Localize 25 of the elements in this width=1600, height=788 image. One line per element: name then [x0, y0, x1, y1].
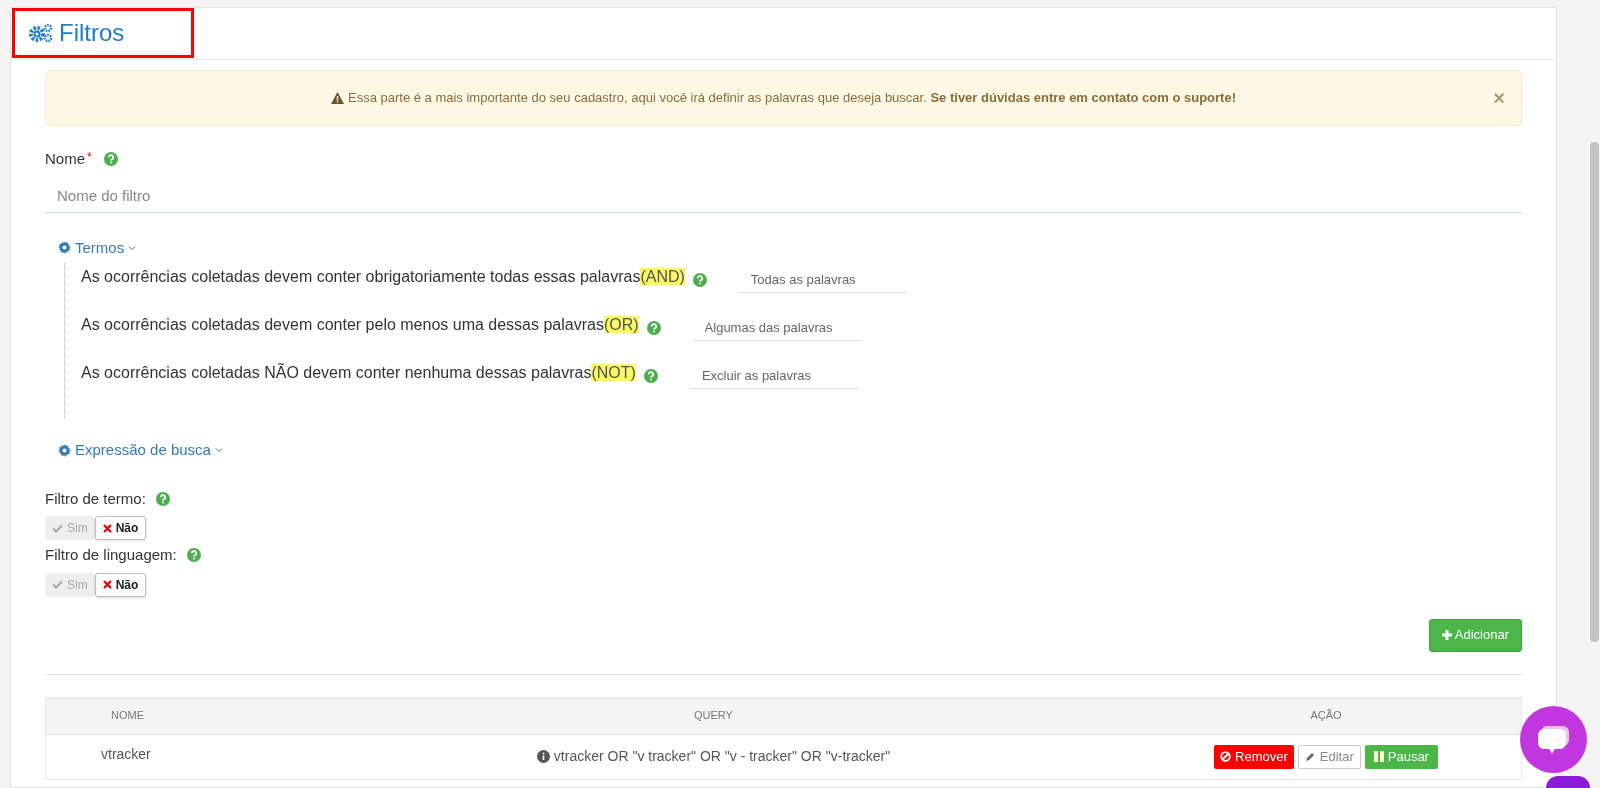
field-label: Nome: [45, 149, 85, 169]
alert-message: Essa parte é a mais importante do seu cadastro, aqui você irá definir as palavras que deseja buscar. Se tiver dúvidas entre em contato com o suporte!: [348, 89, 1236, 108]
words-input[interactable]: Todas as palavras: [738, 267, 907, 293]
toggle-option[interactable]: Sim: [45, 516, 95, 540]
table-cell-text: vtracker: [100, 745, 152, 764]
table-cell-text: vtracker OR "v tracker" OR "v - tracker" OR "v-tracker": [553, 747, 891, 766]
panel-title: Filtros: [59, 18, 125, 48]
required-mark: *: [87, 149, 92, 166]
term-label: As ocorrências coletadas devem conter obrigatoriamente todas essas palavras(AND): [81, 267, 685, 287]
toggle-label: Filtro de termo:: [45, 488, 146, 509]
remove-button[interactable]: Remover: [1214, 744, 1294, 769]
close-button[interactable]: ×: [1493, 88, 1505, 108]
words-input[interactable]: Algumas das palavras: [692, 315, 861, 341]
column-header: AÇÃO: [1309, 708, 1343, 724]
words-input[interactable]: Excluir as palavras: [689, 363, 858, 389]
toggle-option[interactable]: Não: [94, 516, 147, 540]
column-header: NOME: [110, 708, 145, 724]
term-label: As ocorrências coletadas NÃO devem conter nenhuma dessas palavras(NOT): [81, 362, 636, 383]
name-input[interactable]: Nome do filtro: [45, 178, 1522, 213]
column-header: QUERY: [693, 708, 734, 724]
toggle-option[interactable]: Sim: [45, 572, 95, 597]
toggle-label: Filtro de linguagem:: [45, 545, 177, 565]
terms-toggle[interactable]: Termos: [58, 236, 137, 259]
expression-toggle[interactable]: Expressão de busca: [58, 439, 223, 462]
add-button[interactable]: Adicionar: [1428, 618, 1522, 652]
